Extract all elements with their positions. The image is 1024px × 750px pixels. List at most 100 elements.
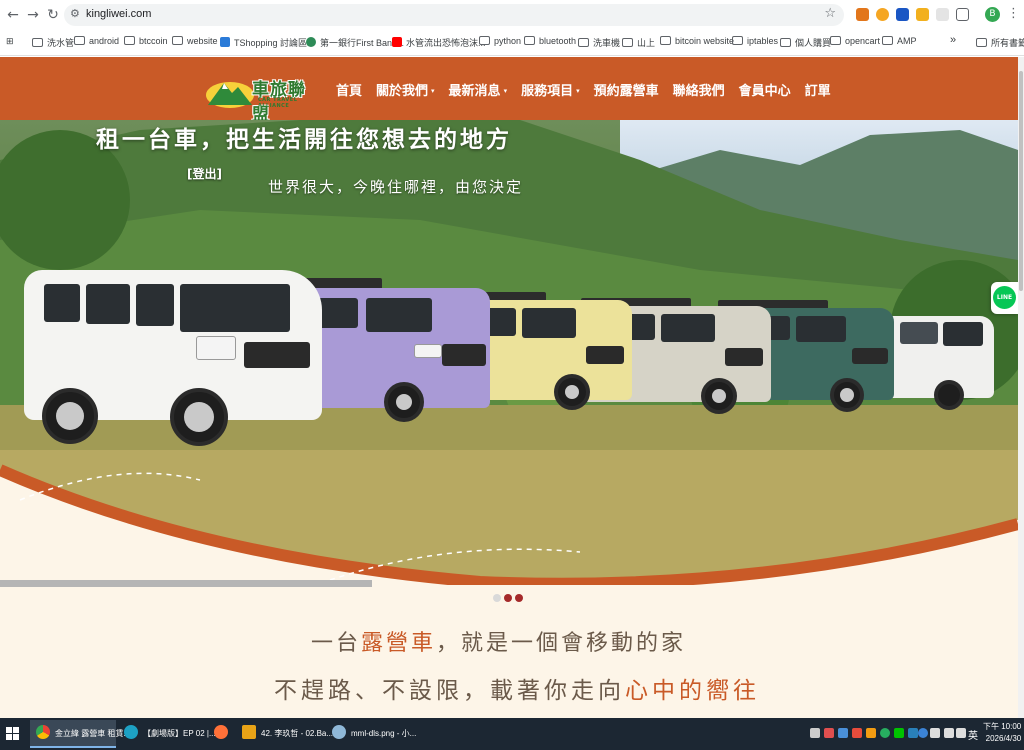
scrollbar-thumb[interactable] (1019, 71, 1023, 291)
extension-icon[interactable] (896, 8, 909, 21)
chevron-down-icon: ▾ (431, 87, 435, 95)
chevron-down-icon: ▾ (503, 87, 508, 95)
site-header: 車旅聯盟 CAR TRAVEL ALLIANCE 首頁 關於我們 ▾ 最新消息 ▾ 服務項… (0, 57, 1018, 125)
browser-menu-icon[interactable]: ⋮ (1007, 6, 1020, 21)
windows-start-icon[interactable] (6, 727, 20, 741)
apps-grid-icon[interactable]: ⊞ (6, 36, 14, 50)
tray-icon[interactable] (824, 728, 834, 738)
windows-taskbar: 金立緯 露營車 租賃... 【劇場版】EP 02 |... 42. 李玖哲 - … (0, 718, 1024, 750)
hero-bottom-curve (0, 464, 1018, 590)
carousel-progress-bar (0, 580, 372, 587)
bookmark-item[interactable]: bitcoin website (660, 36, 734, 50)
nav-item[interactable]: 會員中心 (739, 80, 791, 99)
bookmark-item[interactable]: 洗水管 (32, 36, 74, 50)
line-tray-icon[interactable] (894, 728, 904, 738)
system-clock[interactable]: 下午 10:00 2026/4/30 (983, 721, 1021, 745)
bookmark-item[interactable]: opencart (830, 36, 880, 50)
metamask-extension-icon[interactable] (856, 8, 869, 21)
all-bookmarks[interactable]: 所有書籤 (976, 36, 1024, 50)
address-bar[interactable]: ⚙ kingliwei.com ☆ (64, 4, 844, 26)
logout-link[interactable]: [登出] (187, 165, 222, 182)
carousel-dot[interactable] (515, 594, 523, 602)
carousel-dot[interactable] (493, 594, 501, 602)
folder-icon (830, 36, 841, 45)
extension-icon[interactable] (916, 8, 929, 21)
youtube-icon (392, 37, 402, 47)
folder-icon (882, 36, 893, 45)
tray-icon[interactable] (852, 728, 862, 738)
tray-icon[interactable] (838, 728, 848, 738)
bookmark-item[interactable]: 水管流出恐怖泡沫... (392, 36, 486, 50)
bookmark-item[interactable]: website (172, 36, 218, 50)
folder-icon (32, 38, 43, 47)
bookmark-item[interactable]: 個人購買 (780, 36, 831, 50)
network-icon[interactable] (930, 728, 940, 738)
site-info-icon[interactable]: ⚙ (70, 7, 80, 20)
browser-toolbar: ← → ↻ ⚙ kingliwei.com ☆ B ⋮ (0, 0, 1024, 30)
winamp-icon (242, 725, 256, 739)
folder-icon (172, 36, 183, 45)
nav-item[interactable]: 首頁 (336, 80, 362, 99)
intro-tagline-1: 一台露營車，就是一個會移動的家 (311, 631, 687, 656)
tshopping-icon (220, 37, 230, 47)
volume-icon[interactable] (956, 728, 966, 738)
bookmark-item[interactable]: TShopping 討論區... (220, 36, 315, 50)
intro-tagline-2: 不趕路、不設限，載著你走向心中的嚮往 (274, 678, 760, 704)
site-logo[interactable]: 車旅聯盟 CAR TRAVEL ALLIANCE (206, 69, 312, 125)
tray-icon[interactable] (880, 728, 890, 738)
folder-icon (780, 38, 791, 47)
battery-icon[interactable] (944, 728, 954, 738)
bookmark-item[interactable]: android (74, 36, 119, 50)
forward-icon[interactable]: → (24, 6, 42, 24)
reload-icon[interactable]: ↻ (44, 6, 62, 24)
nav-item[interactable]: 最新消息 ▾ (449, 80, 508, 99)
bookmarks-bar: ⊞ 洗水管 android btccoin website TShopping … (0, 30, 1024, 56)
hero-headline: 租一台車，把生活開往您想去的地方 (96, 127, 512, 153)
taskbar-item-firefox[interactable] (208, 720, 236, 748)
nav-item[interactable]: 聯絡我們 (673, 80, 725, 99)
taskbar-item-edge[interactable]: 【劇場版】EP 02 |... (118, 720, 216, 748)
url-text[interactable]: kingliwei.com (86, 8, 151, 20)
mountain-logo-icon (206, 82, 254, 108)
folder-icon (524, 36, 535, 45)
bookmark-item[interactable]: bluetooth (524, 36, 576, 50)
nav-item[interactable]: 服務項目 ▾ (521, 80, 580, 99)
bookmark-item[interactable]: 洗車機 (578, 36, 620, 50)
logo-subtitle: CAR TRAVEL ALLIANCE (258, 97, 298, 109)
bookmark-item[interactable]: iptables (732, 36, 778, 50)
bookmarks-overflow-button[interactable]: » (950, 34, 956, 48)
extension-icon[interactable] (936, 8, 949, 21)
bookmark-item[interactable]: 山上 (622, 36, 655, 50)
tray-icon[interactable] (908, 728, 918, 738)
nav-item[interactable]: 關於我們 ▾ (376, 80, 435, 99)
back-icon[interactable]: ← (4, 6, 22, 24)
page-scrollbar[interactable] (1018, 57, 1024, 718)
taskbar-item-winamp[interactable]: 42. 李玖哲 - 02.Ba... (236, 720, 333, 748)
bookmark-item[interactable]: 第一銀行First Bank... (306, 36, 404, 50)
taskbar-item-chrome[interactable]: 金立緯 露營車 租賃... (30, 720, 130, 748)
bookmark-item[interactable]: python (479, 36, 521, 50)
line-icon: LINE (993, 286, 1016, 309)
folder-icon (660, 36, 671, 45)
line-chat-button[interactable]: LINE (991, 282, 1018, 314)
tray-icon[interactable] (866, 728, 876, 738)
campervan-image (24, 270, 324, 452)
nav-item[interactable]: 訂單 (805, 80, 831, 99)
chrome-icon (36, 725, 50, 739)
ime-indicator[interactable]: 英 (968, 727, 978, 742)
extensions-puzzle-icon[interactable] (956, 8, 969, 21)
carousel-dot-active[interactable] (504, 594, 512, 602)
folder-icon (479, 36, 490, 45)
bookmark-item[interactable]: btccoin (124, 36, 168, 50)
bookmark-item[interactable]: AMP (882, 36, 917, 50)
carousel-dots (493, 594, 523, 602)
bookmark-star-icon[interactable]: ☆ (824, 6, 836, 21)
extension-icon[interactable] (876, 8, 889, 21)
folder-icon (622, 38, 633, 47)
taskbar-item-paint[interactable]: mml-dls.png - 小... (326, 720, 416, 748)
profile-avatar[interactable]: B (985, 7, 1000, 22)
tray-icon[interactable] (810, 728, 820, 738)
chevron-down-icon: ▾ (576, 87, 580, 95)
nav-item[interactable]: 預約露營車 (594, 80, 659, 99)
bluetooth-icon[interactable] (918, 728, 928, 738)
